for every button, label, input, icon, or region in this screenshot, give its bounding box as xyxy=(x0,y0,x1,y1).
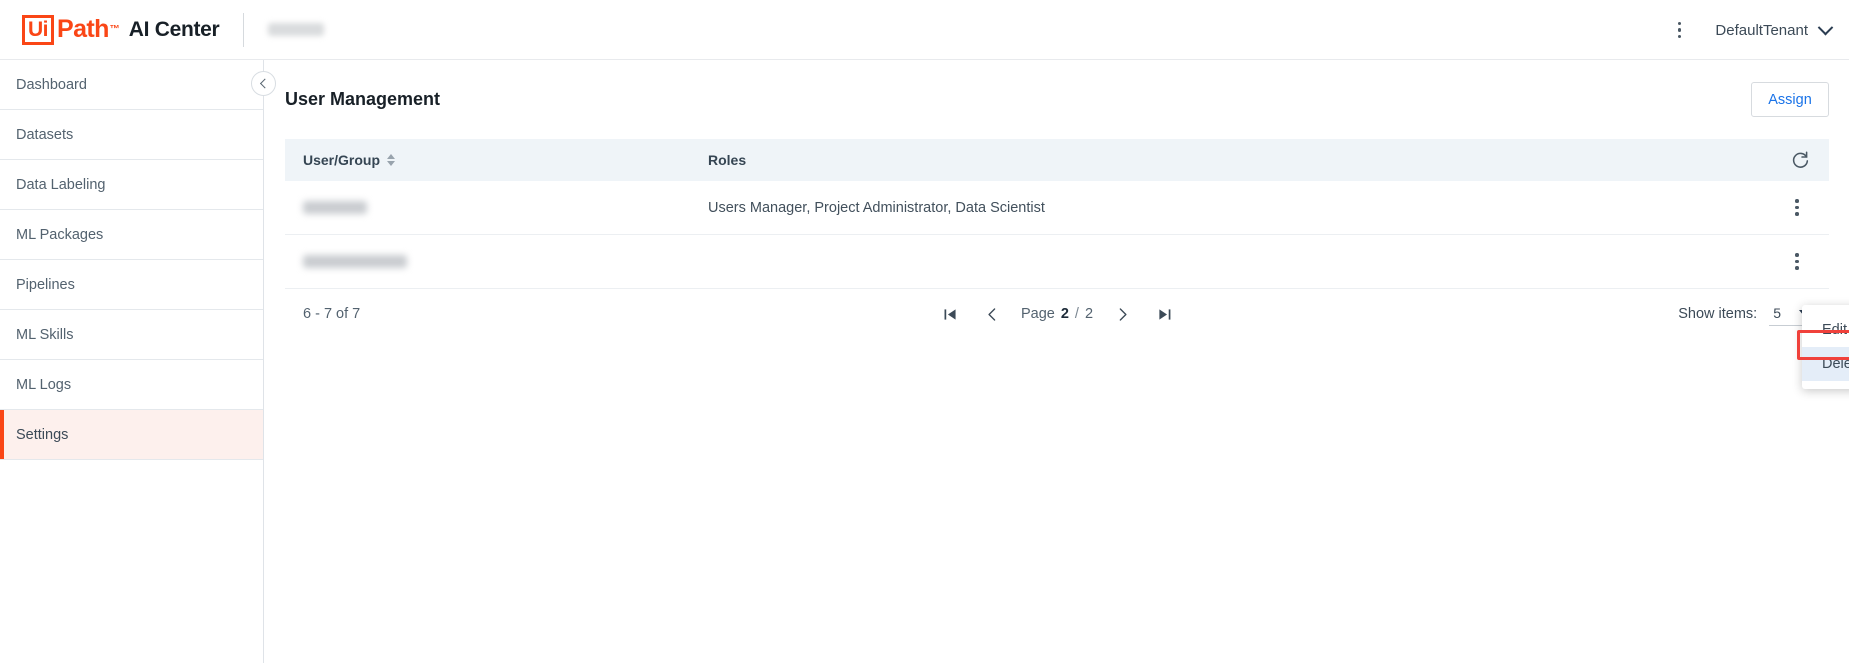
current-page-number: 2 xyxy=(1060,306,1069,322)
pagination-bar: 6 - 7 of 7 Page 2 / 2 Show items: 5 xyxy=(285,289,1829,339)
first-page-icon[interactable] xyxy=(937,301,963,327)
tenant-selector[interactable]: DefaultTenant xyxy=(1715,19,1834,39)
page-header: User Management Assign xyxy=(265,60,1849,117)
context-menu-item-edit[interactable]: Edit xyxy=(1802,313,1849,347)
last-page-icon[interactable] xyxy=(1151,301,1177,327)
sidebar-item-ml-skills[interactable]: ML Skills xyxy=(0,310,263,360)
sidebar-item-label: Data Labeling xyxy=(16,176,106,193)
top-bar: Ui Path ™ AI Center DefaultTenant xyxy=(0,0,1849,60)
cell-roles: Users Manager, Project Administrator, Da… xyxy=(708,199,1045,216)
user-management-table: User/Group Roles Users Manager, Project … xyxy=(285,139,1829,289)
sidebar-item-label: Settings xyxy=(16,426,69,443)
sidebar-item-label: ML Packages xyxy=(16,226,104,243)
uipath-logo-mark: Ui xyxy=(22,14,54,45)
refresh-icon[interactable] xyxy=(1789,149,1811,171)
uipath-logo-text: Path xyxy=(57,15,109,43)
column-header-roles: Roles xyxy=(708,152,1789,168)
prev-page-icon[interactable] xyxy=(979,301,1005,327)
more-vertical-icon[interactable] xyxy=(1665,16,1693,44)
column-header-label: User/Group xyxy=(303,152,381,168)
assign-button[interactable]: Assign xyxy=(1751,82,1829,117)
sidebar-item-data-labeling[interactable]: Data Labeling xyxy=(0,160,263,210)
total-pages-number: 2 xyxy=(1084,306,1094,322)
cell-user-group xyxy=(303,201,708,214)
sidebar-item-settings[interactable]: Settings xyxy=(0,410,263,460)
show-items-value: 5 xyxy=(1773,304,1781,321)
table-row[interactable]: Users Manager, Project Administrator, Da… xyxy=(285,181,1829,235)
sidebar-item-pipelines[interactable]: Pipelines xyxy=(0,260,263,310)
project-name-redacted xyxy=(268,23,325,36)
product-name: AI Center xyxy=(128,18,220,41)
table-header-row: User/Group Roles xyxy=(285,139,1829,181)
page-indicator: Page 2 / 2 xyxy=(1021,306,1093,322)
show-items-label: Show items: xyxy=(1678,306,1758,322)
next-page-icon[interactable] xyxy=(1109,301,1135,327)
sidebar-item-ml-logs[interactable]: ML Logs xyxy=(0,360,263,410)
column-header-user-group[interactable]: User/Group xyxy=(303,152,708,168)
sidebar: Dashboard Datasets Data Labeling ML Pack… xyxy=(0,60,264,663)
tenant-name: DefaultTenant xyxy=(1715,21,1808,39)
sort-updown-icon[interactable] xyxy=(387,154,396,166)
row-more-vertical-icon[interactable] xyxy=(1783,248,1811,276)
chevron-down-icon xyxy=(1817,19,1834,35)
sidebar-item-label: Dashboard xyxy=(16,76,87,93)
sidebar-item-ml-packages[interactable]: ML Packages xyxy=(0,210,263,260)
sidebar-item-dashboard[interactable]: Dashboard xyxy=(0,60,263,110)
brand-divider xyxy=(243,12,245,47)
sidebar-item-label: ML Skills xyxy=(16,326,74,343)
sidebar-item-label: Datasets xyxy=(16,126,74,143)
user-name-redacted xyxy=(303,201,367,214)
row-context-menu: Edit Delete xyxy=(1802,305,1849,389)
page-title: User Management xyxy=(285,89,441,109)
sidebar-collapse-button[interactable] xyxy=(251,71,276,96)
page-separator: / xyxy=(1074,306,1079,322)
row-more-vertical-icon[interactable] xyxy=(1783,194,1811,222)
column-header-label: Roles xyxy=(708,152,747,168)
user-name-redacted xyxy=(303,255,407,268)
pagination-controls: Page 2 / 2 xyxy=(937,301,1177,327)
show-items-control: Show items: 5 xyxy=(1678,303,1811,326)
sidebar-item-datasets[interactable]: Datasets xyxy=(0,110,263,160)
sidebar-item-label: Pipelines xyxy=(16,276,75,293)
trademark-icon: ™ xyxy=(109,24,120,35)
table-row[interactable] xyxy=(285,235,1829,289)
sidebar-item-label: ML Logs xyxy=(16,376,72,393)
chevron-left-icon xyxy=(259,78,270,89)
context-menu-item-delete[interactable]: Delete xyxy=(1802,347,1849,381)
ai-center-app: Ui Path ™ AI Center DefaultTenant Dashbo… xyxy=(0,0,1849,663)
cell-user-group xyxy=(303,255,708,268)
main-content: User Management Assign User/Group Roles xyxy=(265,60,1849,663)
top-bar-actions: DefaultTenant xyxy=(1665,0,1834,60)
pagination-range: 6 - 7 of 7 xyxy=(303,306,361,322)
page-word: Page xyxy=(1020,306,1055,322)
brand-logo[interactable]: Ui Path ™ AI Center xyxy=(22,14,220,45)
